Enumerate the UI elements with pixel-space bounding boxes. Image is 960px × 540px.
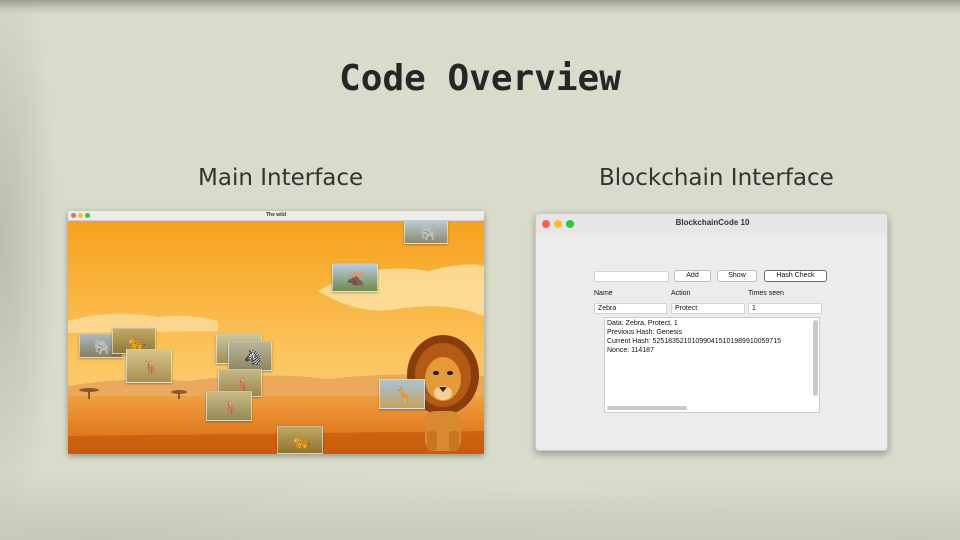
cheetah-icon: 🐆	[293, 433, 311, 449]
blockchain-interface-window: BlockchainCode 10 Add Show Hash Check Na…	[535, 213, 888, 451]
name-field[interactable]: Zebra	[594, 303, 667, 314]
savanna-scene: 🐘 🫎 🐘 🐆 🦌 🦌 🦓 🦌 🦌 🦒 🐆	[68, 221, 484, 454]
gazelle-icon: 🦌	[234, 376, 252, 392]
action-column-label: Action	[671, 290, 691, 297]
main-window-title: The wild	[266, 212, 286, 218]
vertical-scrollbar[interactable]	[813, 320, 818, 396]
zebra-icon: 🦓	[244, 349, 262, 365]
times-seen-column-label: Times seen	[748, 290, 784, 297]
block-output-area[interactable]: Data: Zebra, Protect, 1 Previous Hash: G…	[604, 317, 820, 413]
photo-moose[interactable]: 🫎	[332, 263, 378, 292]
photo-gazelle-left[interactable]: 🦌	[126, 349, 172, 383]
photo-zebra[interactable]: 🦓	[228, 341, 272, 371]
giraffe-icon: 🦒	[395, 387, 413, 403]
moose-icon: 🫎	[347, 270, 365, 286]
name-column-label: Name	[594, 290, 613, 297]
photo-cheetah-bottom[interactable]: 🐆	[277, 426, 323, 454]
output-data-line: Data: Zebra, Protect, 1	[607, 320, 678, 327]
action-field[interactable]: Protect	[671, 303, 745, 314]
blockchain-interface-caption: Blockchain Interface	[599, 165, 834, 191]
gazelle-icon: 🦌	[222, 399, 240, 415]
texture-bottom	[0, 460, 960, 540]
hash-check-button[interactable]: Hash Check	[764, 270, 827, 282]
horizontal-scrollbar[interactable]	[607, 406, 687, 410]
photo-gazelle-center-low[interactable]: 🦌	[206, 391, 252, 421]
add-button[interactable]: Add	[674, 270, 711, 282]
blockchain-window-title: BlockchainCode 10	[675, 218, 750, 227]
entry-input[interactable]	[594, 271, 669, 282]
elephant-icon: 🐘	[420, 225, 438, 241]
main-window-titlebar: The wild	[68, 211, 484, 221]
times-seen-field[interactable]: 1	[748, 303, 822, 314]
blockchain-window-titlebar: BlockchainCode 10	[536, 214, 887, 233]
main-interface-caption: Main Interface	[198, 165, 364, 191]
slide-title: Code Overview	[339, 58, 621, 99]
output-current-hash-line: Current Hash: 52518352101099041510198991…	[607, 338, 781, 345]
main-interface-window: The wild 🐘 🫎 🐘 🐆 🦌 🦓 🦌 🦌 🦒 🐆	[68, 211, 484, 454]
output-previous-hash-line: Previous Hash: Genesis	[607, 329, 683, 336]
cheetah-icon: 🐆	[128, 334, 146, 350]
elephant-icon: 🐘	[94, 339, 112, 355]
gazelle-icon: 🦌	[142, 359, 160, 375]
output-nonce-line: Nonce: 114187	[607, 347, 654, 354]
photo-giraffe[interactable]: 🦒	[379, 379, 425, 409]
show-button[interactable]: Show	[717, 270, 757, 282]
photo-elephant-top[interactable]: 🐘	[404, 221, 448, 244]
texture-top	[0, 0, 960, 14]
